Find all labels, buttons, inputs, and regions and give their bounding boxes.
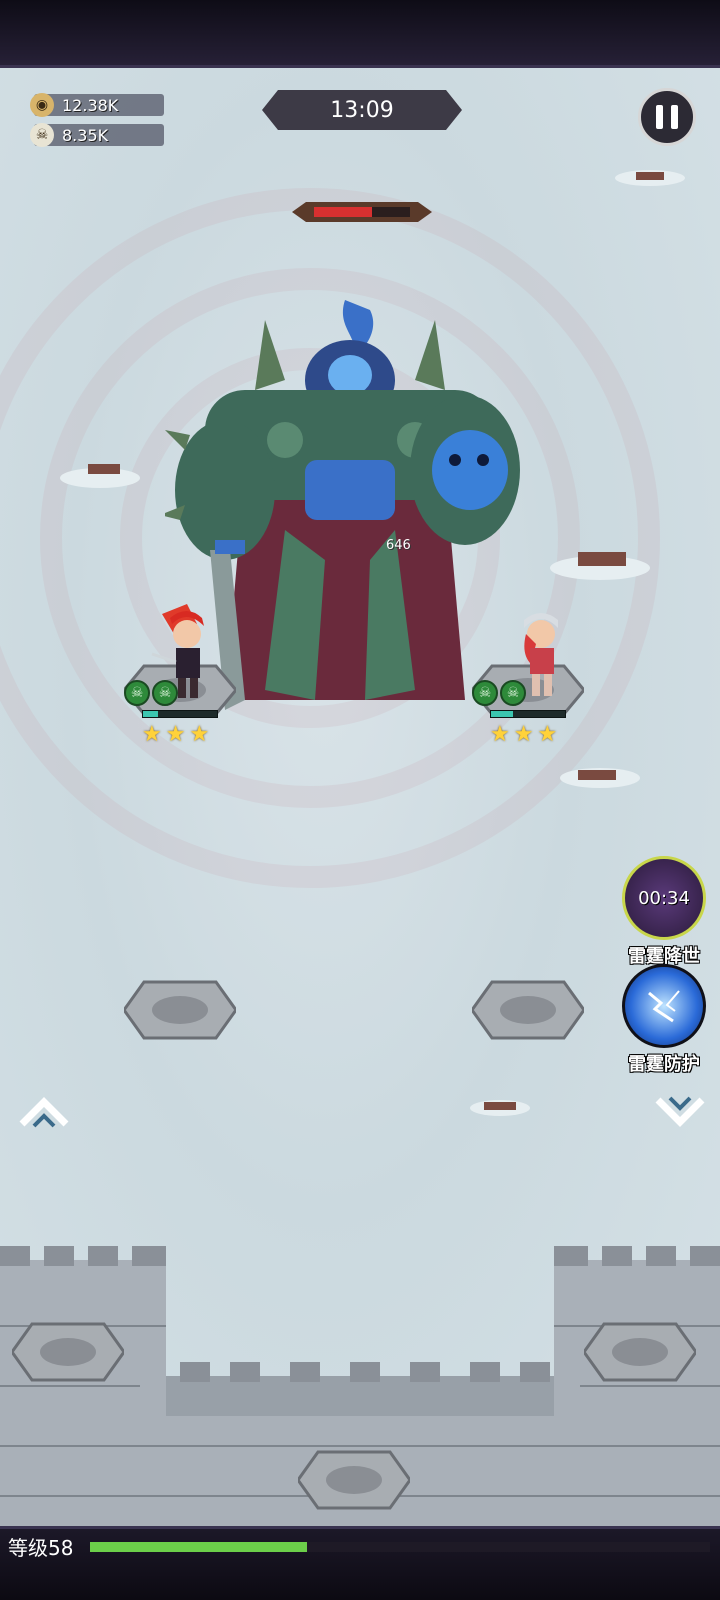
skill-thunder-descent[interactable]: 00:34 雷霆降世 — [620, 856, 708, 968]
hero-left-buffs: ☠ ☠ — [124, 680, 178, 706]
skull-buff-icon: ☠ — [124, 680, 150, 706]
star-icon: ★ — [189, 722, 210, 747]
star-icon: ★ — [513, 722, 534, 747]
skill-label: 雷霆防护 — [628, 1054, 700, 1075]
gold-counter: ◉ 12.38K — [30, 93, 164, 117]
skull-buff-icon: ☠ — [472, 680, 498, 706]
empty-hero-slot[interactable] — [472, 976, 584, 1044]
skill-thunder-shield[interactable]: 雷霆防护 — [620, 964, 708, 1076]
star-icon: ★ — [490, 722, 510, 747]
coin-icon: ◉ — [30, 93, 54, 117]
pause-icon — [656, 105, 663, 129]
hero-left-health — [142, 710, 218, 718]
kill-counter: ☠ 8.35K — [30, 123, 164, 147]
stage-timer: 13:09 — [262, 90, 462, 130]
star-icon: ★ — [165, 722, 186, 747]
boss-health-bar — [292, 202, 432, 222]
wall-hero-slot[interactable] — [298, 1446, 410, 1514]
star-icon: ★ — [142, 722, 162, 747]
chevron-up-icon[interactable] — [16, 1094, 72, 1130]
bottom-bar — [0, 1526, 720, 1600]
skull-buff-icon: ☠ — [500, 680, 526, 706]
hero-knight-girl[interactable] — [496, 604, 606, 724]
star-icon: ★ — [537, 722, 558, 747]
skill-cooldown: 00:34 — [638, 887, 690, 909]
hero-right-buffs: ☠ ☠ — [472, 680, 526, 706]
chevron-down-icon[interactable] — [652, 1094, 708, 1130]
player-level: 等级58 — [8, 1536, 74, 1560]
hero-left-stars: ★ ★ ★ — [142, 724, 209, 746]
skull-icon: ☠ — [30, 123, 54, 147]
dark-vortex-icon[interactable]: 00:34 — [622, 856, 706, 940]
wall-hero-slot[interactable] — [584, 1318, 696, 1386]
xp-fill — [90, 1542, 307, 1552]
hero-right-stars: ★ ★ ★ — [490, 724, 557, 746]
hero-right-health — [490, 710, 566, 718]
wall-hero-slot[interactable] — [12, 1318, 124, 1386]
pause-button[interactable] — [638, 88, 696, 146]
boss-health-fill — [314, 207, 372, 217]
gold-value: 12.38K — [62, 95, 119, 115]
hero-swordswoman[interactable] — [142, 604, 252, 724]
xp-bar — [90, 1542, 710, 1552]
skull-buff-icon: ☠ — [152, 680, 178, 706]
empty-hero-slot[interactable] — [124, 976, 236, 1044]
top-frame — [0, 0, 720, 68]
lightning-shield-icon[interactable] — [622, 964, 706, 1048]
damage-number: 646 — [386, 538, 411, 553]
kills-value: 8.35K — [62, 125, 109, 145]
